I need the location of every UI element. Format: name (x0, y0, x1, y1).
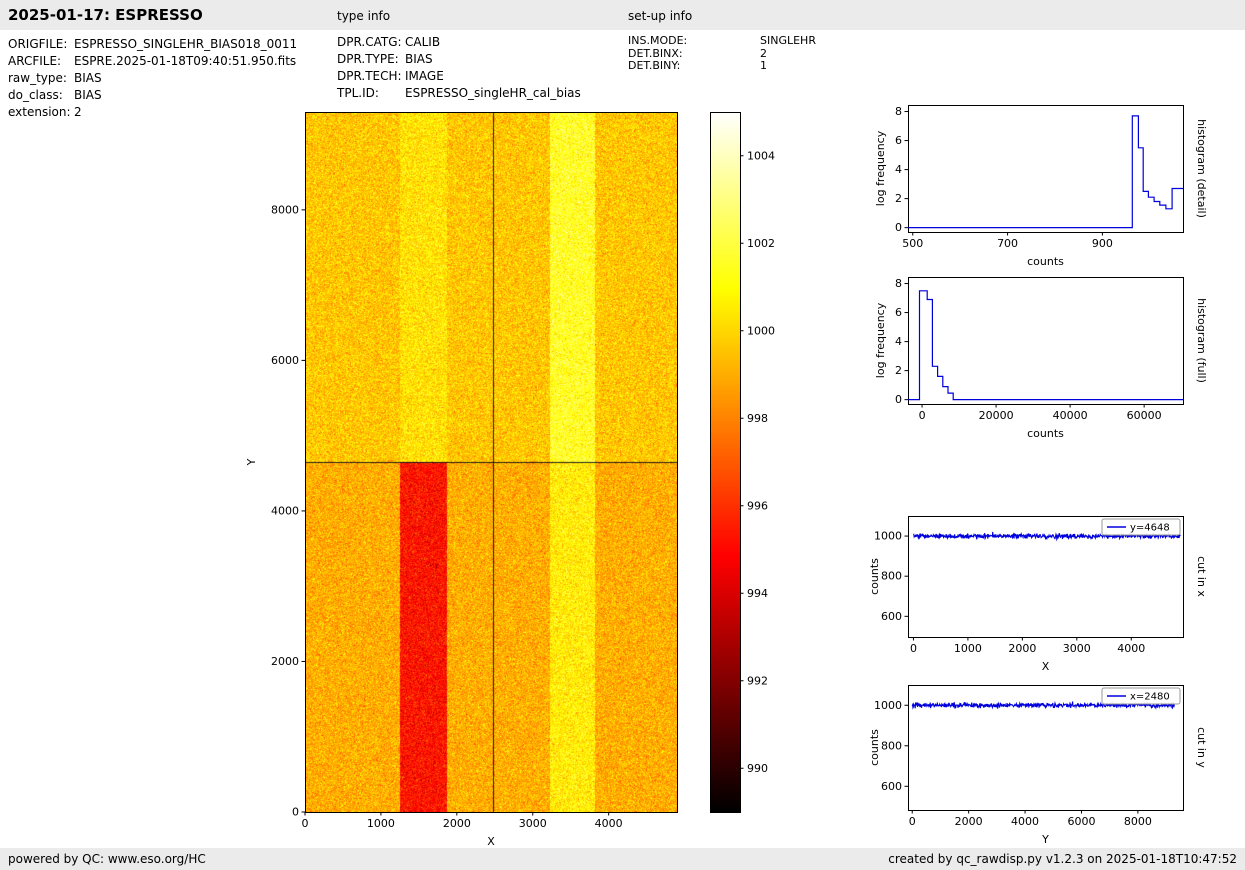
right-axis-label: histogram (detail) (1195, 119, 1208, 218)
y-tick-label: 1000 (874, 699, 902, 712)
y-axis-label: counts (868, 558, 881, 595)
footer-bar: powered by QC: www.eso.org/HC created by… (0, 848, 1245, 870)
colorbar-tick-label: 990 (747, 762, 768, 775)
y-tick-label: 8000 (271, 203, 299, 216)
data-series (908, 115, 1183, 229)
plot-axes-layer: 0 1000 2000 3000 400002000400060008000XY9909… (245, 105, 1208, 848)
colorbar-tick-label: 1004 (747, 149, 775, 162)
x-tick-label: 0 (909, 815, 916, 828)
y-tick-label: 2000 (271, 655, 299, 668)
axes-frame (305, 112, 678, 813)
y-tick-label: 8 (895, 277, 902, 290)
x-tick-label: 4000 (1117, 642, 1145, 655)
x-tick-label: 40000 (1053, 409, 1088, 422)
x-tick-label: 1000 (954, 642, 982, 655)
x-tick-label: 1000 (367, 817, 395, 830)
x-tick-label: 0 (910, 642, 917, 655)
x-tick-label: 4000 (595, 817, 623, 830)
y-tick-label: 6 (895, 134, 902, 147)
x-tick-label: 4000 (1011, 815, 1039, 828)
x-tick-label: 8000 (1124, 815, 1152, 828)
x-tick-label: 60000 (1127, 409, 1162, 422)
y-axis-label: log frequency (874, 302, 887, 378)
y-tick-label: 600 (881, 610, 902, 623)
y-tick-label: 1000 (874, 530, 902, 543)
x-tick-label: 2000 (955, 815, 983, 828)
x-tick-label: 3000 (519, 817, 547, 830)
x-axis-label: X (487, 835, 495, 848)
y-tick-label: 4 (895, 163, 902, 176)
colorbar-tick-label: 998 (747, 412, 768, 425)
y-tick-label: 800 (881, 739, 902, 752)
y-tick-label: 4 (895, 335, 902, 348)
y-tick-label: 0 (895, 221, 902, 234)
right-axis-label: cut in x (1195, 556, 1208, 597)
x-axis-label: Y (1041, 833, 1049, 846)
x-tick-label: 500 (902, 237, 923, 250)
x-tick-label: 0 (302, 817, 309, 830)
right-axis-label: histogram (full) (1195, 298, 1208, 383)
legend-label: y=4648 (1130, 523, 1170, 534)
y-tick-label: 2 (895, 192, 902, 205)
legend-label: x=2480 (1130, 692, 1170, 703)
colorbar-tick-label: 996 (747, 499, 768, 512)
x-tick-label: 3000 (1063, 642, 1091, 655)
y-tick-label: 0 (292, 806, 299, 819)
axes-frame (908, 277, 1184, 405)
x-axis-label: X (1042, 660, 1050, 673)
footer-created-by: created by qc_rawdisp.py v1.2.3 on 2025-… (888, 852, 1237, 866)
y-axis-label: log frequency (874, 130, 887, 206)
x-tick-label: 700 (997, 237, 1018, 250)
y-tick-label: 2 (895, 364, 902, 377)
data-series (908, 290, 1183, 401)
y-axis-label: Y (245, 458, 258, 466)
y-tick-label: 600 (881, 780, 902, 793)
colorbar-tick-label: 994 (747, 587, 768, 600)
x-tick-label: 6000 (1067, 815, 1095, 828)
y-tick-label: 800 (881, 570, 902, 583)
y-axis-label: counts (868, 729, 881, 766)
x-tick-label: 2000 (1008, 642, 1036, 655)
x-axis-label: counts (1027, 255, 1064, 268)
colorbar-frame (710, 112, 741, 813)
axes-frame (908, 105, 1184, 233)
colorbar-tick-label: 1000 (747, 324, 775, 337)
x-tick-label: 900 (1092, 237, 1113, 250)
y-tick-label: 0 (895, 393, 902, 406)
y-tick-label: 4000 (271, 504, 299, 517)
x-tick-label: 0 (919, 409, 926, 422)
y-tick-label: 8 (895, 105, 902, 118)
x-tick-label: 20000 (979, 409, 1014, 422)
x-axis-label: counts (1027, 427, 1064, 440)
colorbar-tick-label: 992 (747, 674, 768, 687)
right-axis-label: cut in y (1195, 727, 1208, 768)
colorbar-tick-label: 1002 (747, 237, 775, 250)
y-tick-label: 6 (895, 306, 902, 319)
footer-powered-by: powered by QC: www.eso.org/HC (8, 852, 206, 866)
x-tick-label: 2000 (443, 817, 471, 830)
y-tick-label: 6000 (271, 354, 299, 367)
